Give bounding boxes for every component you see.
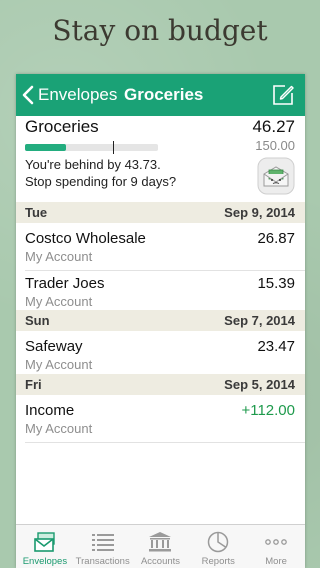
tab-label: Reports [201,556,235,567]
transaction-account: My Account [25,357,93,372]
envelopes-icon [34,532,55,552]
more-dots-icon [265,539,287,545]
transaction-row[interactable]: Costco Wholesale My Account 26.87 [16,223,305,271]
pie-chart-icon [208,531,229,553]
status-message-line2: Stop spending for 9 days? [25,174,177,189]
transaction-account: My Account [25,249,93,264]
promo-headline: Stay on budget [52,14,268,47]
transaction-payee: Safeway [25,338,83,355]
bank-icon [149,532,172,552]
navigation-bar: Envelopes Groceries [16,74,305,116]
section-header: Tue Sep 9, 2014 [16,202,305,223]
section-header: Sun Sep 7, 2014 [16,310,305,331]
transaction-amount: 15.39 [257,275,295,292]
section-day: Tue [25,205,48,220]
tab-transactions[interactable]: Transactions [74,525,132,568]
transaction-account: My Account [25,294,93,309]
transaction-payee: Trader Joes [25,275,105,292]
back-button[interactable]: Envelopes [22,74,117,116]
envelope-progress-bar [25,141,158,154]
envelope-amount: 46.27 [252,117,295,136]
envelope-progress-marker [113,141,114,154]
tab-accounts[interactable]: Accounts [132,525,190,568]
transaction-row[interactable]: Income My Account +112.00 [16,395,305,443]
page-title: Groceries [124,85,204,104]
compose-icon[interactable] [271,83,295,107]
tab-label: Envelopes [22,556,68,567]
envelope-summary: Groceries 46.27 150.00 You're behind by … [16,116,305,202]
transaction-row[interactable]: Safeway My Account 23.47 [16,331,305,379]
envelope-character-icon [257,157,295,195]
tab-envelopes[interactable]: Envelopes [16,525,74,568]
transaction-account: My Account [25,421,93,436]
section-date: Sep 7, 2014 [224,313,295,328]
tab-label: More [265,556,287,567]
section-header: Fri Sep 5, 2014 [16,374,305,395]
chevron-left-icon [22,85,34,105]
section-date: Sep 5, 2014 [224,377,295,392]
tab-label: Transactions [75,556,130,567]
transaction-row[interactable]: Trader Joes My Account 15.39 [16,268,305,316]
tab-label: Accounts [140,556,181,567]
row-divider [25,442,305,443]
transaction-payee: Income [25,402,75,419]
status-message-line1: You're behind by 43.73. [25,157,161,172]
section-day: Fri [25,377,42,392]
tab-bar: Envelopes Transactions Accounts Reports … [16,524,305,568]
list-icon [91,534,114,551]
transaction-payee: Costco Wholesale [25,230,146,247]
back-button-label: Envelopes [38,85,118,104]
tab-reports[interactable]: Reports [189,525,247,568]
section-date: Sep 9, 2014 [224,205,295,220]
section-day: Sun [25,313,50,328]
tab-more[interactable]: More [247,525,305,568]
envelope-name: Groceries [25,117,99,136]
transaction-amount: +112.00 [241,402,295,419]
transaction-amount: 23.47 [257,338,295,355]
envelope-status-message: You're behind by 43.73. Stop spending fo… [25,156,176,190]
transaction-amount: 26.87 [257,230,295,247]
envelope-budget: 150.00 [255,138,295,153]
app-screen: Envelopes Groceries Groceries 46.27 150.… [16,74,305,568]
envelope-progress-fill [25,144,67,151]
